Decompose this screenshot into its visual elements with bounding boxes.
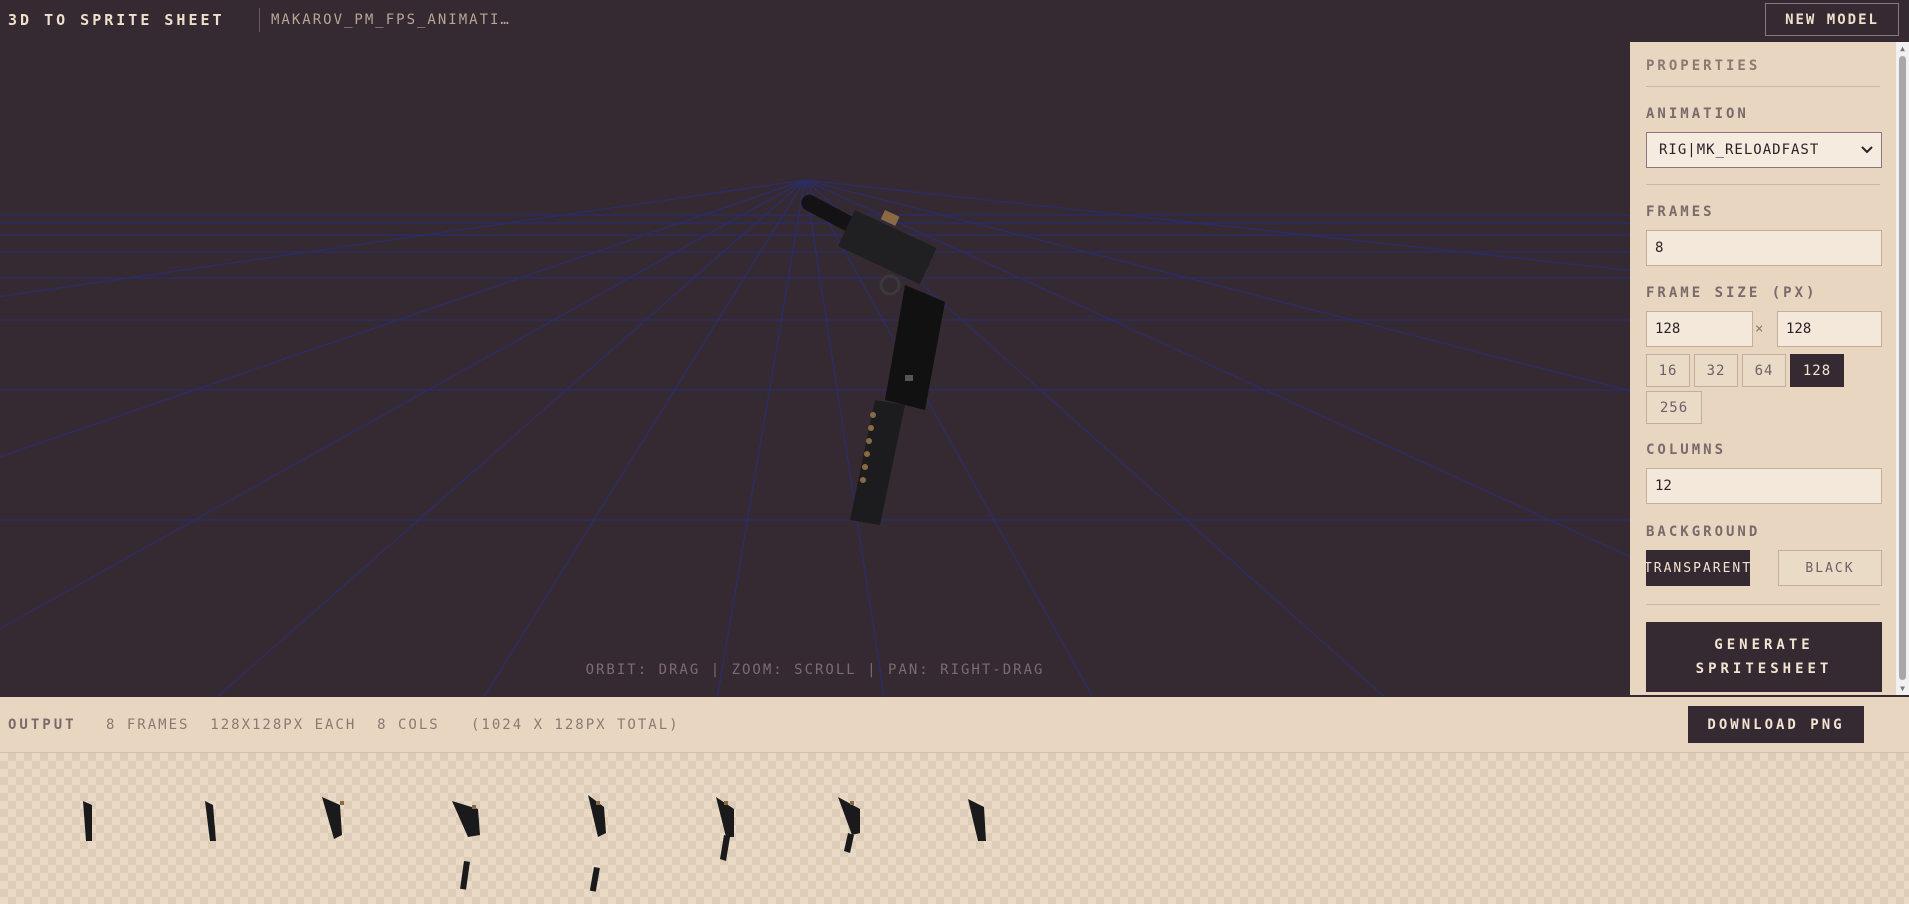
download-png-button[interactable]: DOWNLOAD PNG bbox=[1688, 706, 1864, 743]
sprite-frame bbox=[916, 753, 1044, 904]
frame-size-label: FRAME SIZE (PX) bbox=[1646, 285, 1818, 301]
columns-label: COLUMNS bbox=[1646, 442, 1727, 458]
scroll-up-icon[interactable]: ▲ bbox=[1896, 42, 1909, 55]
top-bar: 3D TO SPRITE SHEET MAKAROV_PM_FPS_ANIMAT… bbox=[0, 0, 1909, 40]
sprite-frame bbox=[788, 753, 916, 904]
scroll-thumb[interactable] bbox=[1899, 56, 1906, 680]
sprite-frame bbox=[148, 753, 276, 904]
app-title: 3D TO SPRITE SHEET bbox=[8, 11, 225, 29]
output-info: 8 FRAMES 128X128PX EACH 8 COLS (1024 X 1… bbox=[106, 717, 680, 733]
chevron-down-icon bbox=[1861, 142, 1873, 158]
divider bbox=[1646, 184, 1880, 185]
grid-canvas bbox=[0, 179, 1630, 697]
model-name: MAKAROV_PM_FPS_ANIMATI… bbox=[271, 12, 511, 28]
new-model-button[interactable]: NEW MODEL bbox=[1765, 3, 1899, 36]
divider bbox=[1646, 604, 1880, 605]
panel-scrollbar[interactable]: ▲ ▼ bbox=[1896, 42, 1909, 695]
frames-label: FRAMES bbox=[1646, 204, 1715, 220]
properties-heading: PROPERTIES bbox=[1646, 58, 1761, 74]
preset-64-button[interactable]: 64 bbox=[1742, 354, 1786, 387]
sprite-frame bbox=[532, 753, 660, 904]
background-black-button[interactable]: BLACK bbox=[1778, 550, 1882, 586]
scroll-down-icon[interactable]: ▼ bbox=[1896, 682, 1909, 695]
generate-label-line1: GENERATE bbox=[1714, 637, 1814, 653]
background-transparent-button[interactable]: TRANSPARENT bbox=[1644, 550, 1750, 586]
controls-hint: ORBIT: DRAG | ZOOM: SCROLL | PAN: RIGHT-… bbox=[585, 662, 1045, 678]
animation-label: ANIMATION bbox=[1646, 106, 1749, 122]
sprite-frame bbox=[276, 753, 404, 904]
preset-32-button[interactable]: 32 bbox=[1694, 354, 1738, 387]
divider bbox=[1646, 86, 1880, 87]
preset-16-button[interactable]: 16 bbox=[1646, 354, 1690, 387]
preset-256-button[interactable]: 256 bbox=[1646, 391, 1702, 424]
generate-label-line2: SPRITESHEET bbox=[1695, 661, 1833, 677]
spritesheet-preview bbox=[0, 753, 1909, 904]
pistol-model bbox=[801, 194, 945, 525]
columns-input[interactable]: 12 bbox=[1646, 468, 1882, 504]
background-label: BACKGROUND bbox=[1646, 524, 1761, 540]
frame-width-input[interactable]: 128 bbox=[1646, 311, 1753, 347]
animation-selected-value: RIG|MK_RELOADFAST bbox=[1659, 142, 1820, 158]
output-label: OUTPUT bbox=[8, 717, 77, 733]
3d-viewport[interactable]: ORBIT: DRAG | ZOOM: SCROLL | PAN: RIGHT-… bbox=[0, 40, 1630, 697]
output-bar: OUTPUT 8 FRAMES 128X128PX EACH 8 COLS (1… bbox=[0, 697, 1909, 753]
animation-select[interactable]: RIG|MK_RELOADFAST bbox=[1646, 132, 1882, 168]
floor-grid bbox=[0, 179, 1630, 697]
sprite-frame bbox=[404, 753, 532, 904]
frame-height-input[interactable]: 128 bbox=[1777, 311, 1882, 347]
times-icon: × bbox=[1755, 321, 1764, 337]
sprite-frame bbox=[660, 753, 788, 904]
generate-spritesheet-button[interactable]: GENERATE SPRITESHEET bbox=[1646, 622, 1882, 692]
properties-panel: PROPERTIES ANIMATION RIG|MK_RELOADFAST F… bbox=[1630, 42, 1896, 695]
title-separator bbox=[259, 8, 260, 32]
preset-128-button[interactable]: 128 bbox=[1790, 354, 1844, 387]
sprite-frame bbox=[20, 753, 148, 904]
frames-input[interactable]: 8 bbox=[1646, 230, 1882, 266]
